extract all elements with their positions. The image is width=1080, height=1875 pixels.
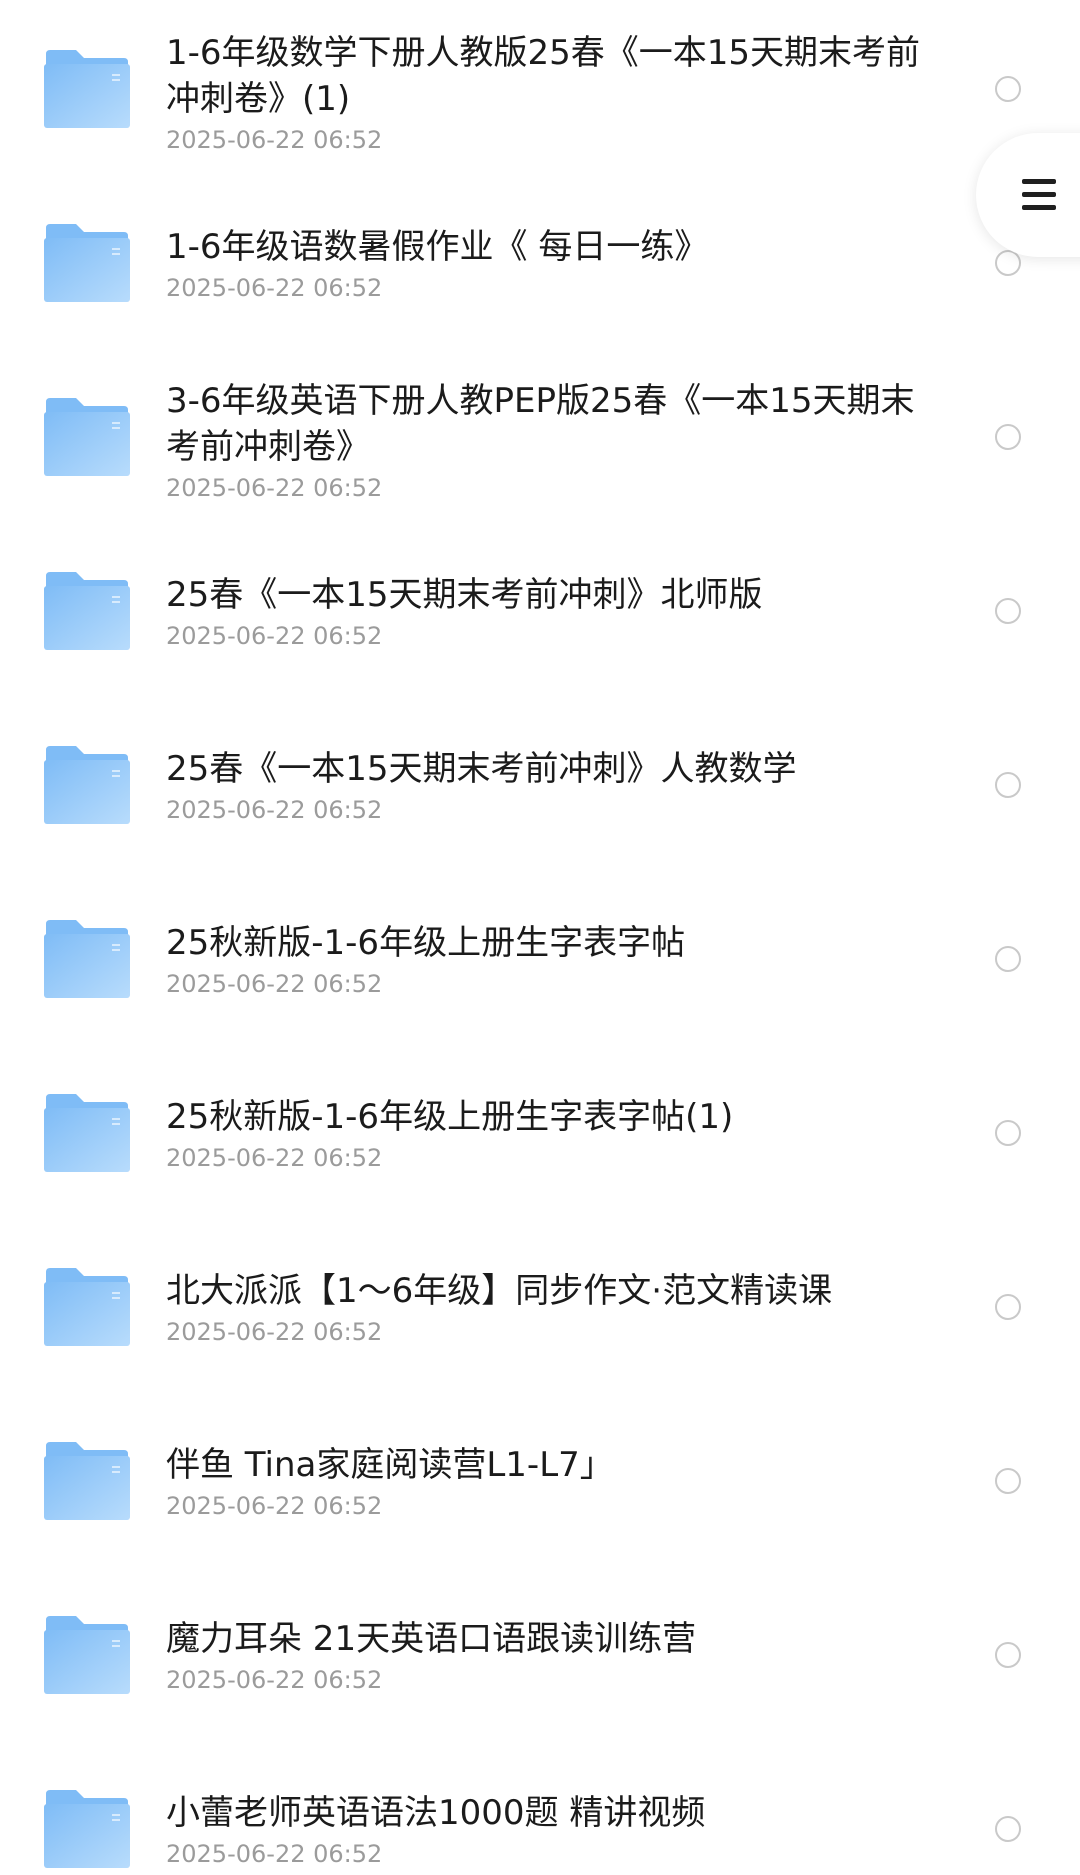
select-radio[interactable] (995, 1294, 1021, 1320)
select-radio[interactable] (995, 250, 1021, 276)
item-name: 25春《一本15天期末考前冲刺》人教数学 (166, 749, 797, 789)
folder-icon (44, 746, 130, 824)
folder-icon (44, 50, 130, 128)
item-name: 魔力耳朵 21天英语口语跟读训练营 (166, 1619, 697, 1659)
select-radio[interactable] (995, 1468, 1021, 1494)
list-item[interactable]: 25秋新版-1-6年级上册生字表字帖(1) 2025-06-22 06:52 (0, 1044, 1080, 1218)
item-name: 3-6年级英语下册人教PEP版25春《一本15天期末考前冲刺卷》 (166, 381, 915, 467)
item-text: 25春《一本15天期末考前冲刺》人教数学 2025-06-22 06:52 (166, 746, 926, 826)
select-radio[interactable] (995, 424, 1021, 450)
item-text: 25春《一本15天期末考前冲刺》北师版 2025-06-22 06:52 (166, 572, 926, 652)
folder-icon (44, 1790, 130, 1868)
folder-icon (44, 224, 130, 302)
folder-icon (44, 1094, 130, 1172)
item-date: 2025-06-22 06:52 (166, 274, 383, 302)
list-item[interactable]: 伴鱼 Tina家庭阅读营L1-L7」 2025-06-22 06:52 (0, 1392, 1080, 1566)
item-date: 2025-06-22 06:52 (166, 1666, 383, 1694)
hamburger-menu-icon (1022, 179, 1056, 211)
item-date: 2025-06-22 06:52 (166, 474, 383, 502)
item-name: 北大派派【1～6年级】同步作文·范文精读课 (166, 1271, 833, 1311)
list-item[interactable]: 北大派派【1～6年级】同步作文·范文精读课 2025-06-22 06:52 (0, 1218, 1080, 1392)
list-item[interactable]: 25春《一本15天期末考前冲刺》人教数学 2025-06-22 06:52 (0, 696, 1080, 870)
list-item[interactable]: 1-6年级语数暑假作业《 每日一练》 2025-06-22 06:52 (0, 174, 1080, 348)
folder-icon (44, 1442, 130, 1520)
list-item[interactable]: 魔力耳朵 21天英语口语跟读训练营 2025-06-22 06:52 (0, 1566, 1080, 1740)
folder-icon (44, 1268, 130, 1346)
item-name: 25春《一本15天期末考前冲刺》北师版 (166, 575, 763, 615)
item-name: 小蕾老师英语语法1000题 精讲视频 (166, 1793, 706, 1833)
list-item[interactable]: 小蕾老师英语语法1000题 精讲视频 2025-06-22 06:52 (0, 1740, 1080, 1875)
select-radio[interactable] (995, 1120, 1021, 1146)
item-date: 2025-06-22 06:52 (166, 1144, 383, 1172)
item-name: 1-6年级数学下册人教版25春《一本15天期末考前冲刺卷》(1) (166, 33, 921, 119)
item-text: 1-6年级数学下册人教版25春《一本15天期末考前冲刺卷》(1) 2025-06-… (166, 30, 926, 156)
item-date: 2025-06-22 06:52 (166, 622, 383, 650)
item-date: 2025-06-22 06:52 (166, 126, 383, 154)
item-text: 小蕾老师英语语法1000题 精讲视频 2025-06-22 06:52 (166, 1790, 926, 1870)
select-radio[interactable] (995, 1642, 1021, 1668)
select-radio[interactable] (995, 1816, 1021, 1842)
select-radio[interactable] (995, 598, 1021, 624)
item-name: 25秋新版-1-6年级上册生字表字帖 (166, 923, 686, 963)
item-text: 3-6年级英语下册人教PEP版25春《一本15天期末考前冲刺卷》 2025-06-… (166, 378, 926, 504)
item-date: 2025-06-22 06:52 (166, 1840, 383, 1868)
folder-icon (44, 1616, 130, 1694)
item-date: 2025-06-22 06:52 (166, 796, 383, 824)
item-text: 1-6年级语数暑假作业《 每日一练》 2025-06-22 06:52 (166, 224, 926, 304)
select-radio[interactable] (995, 946, 1021, 972)
item-name: 1-6年级语数暑假作业《 每日一练》 (166, 227, 709, 267)
item-text: 魔力耳朵 21天英语口语跟读训练营 2025-06-22 06:52 (166, 1616, 926, 1696)
folder-icon (44, 572, 130, 650)
item-date: 2025-06-22 06:52 (166, 970, 383, 998)
list-item[interactable]: 3-6年级英语下册人教PEP版25春《一本15天期末考前冲刺卷》 2025-06-… (0, 348, 1080, 522)
item-text: 25秋新版-1-6年级上册生字表字帖(1) 2025-06-22 06:52 (166, 1094, 926, 1174)
item-name: 25秋新版-1-6年级上册生字表字帖(1) (166, 1097, 734, 1137)
select-radio[interactable] (995, 772, 1021, 798)
item-text: 北大派派【1～6年级】同步作文·范文精读课 2025-06-22 06:52 (166, 1268, 926, 1348)
list-item[interactable]: 25秋新版-1-6年级上册生字表字帖 2025-06-22 06:52 (0, 870, 1080, 1044)
list-item[interactable]: 1-6年级数学下册人教版25春《一本15天期末考前冲刺卷》(1) 2025-06-… (0, 0, 1080, 174)
item-text: 伴鱼 Tina家庭阅读营L1-L7」 2025-06-22 06:52 (166, 1442, 926, 1522)
folder-icon (44, 398, 130, 476)
item-date: 2025-06-22 06:52 (166, 1318, 383, 1346)
folder-icon (44, 920, 130, 998)
item-name: 伴鱼 Tina家庭阅读营L1-L7」 (166, 1445, 614, 1485)
item-text: 25秋新版-1-6年级上册生字表字帖 2025-06-22 06:52 (166, 920, 926, 1000)
list-item[interactable]: 25春《一本15天期末考前冲刺》北师版 2025-06-22 06:52 (0, 522, 1080, 696)
item-date: 2025-06-22 06:52 (166, 1492, 383, 1520)
select-radio[interactable] (995, 76, 1021, 102)
file-list: 1-6年级数学下册人教版25春《一本15天期末考前冲刺卷》(1) 2025-06-… (0, 0, 1080, 1875)
